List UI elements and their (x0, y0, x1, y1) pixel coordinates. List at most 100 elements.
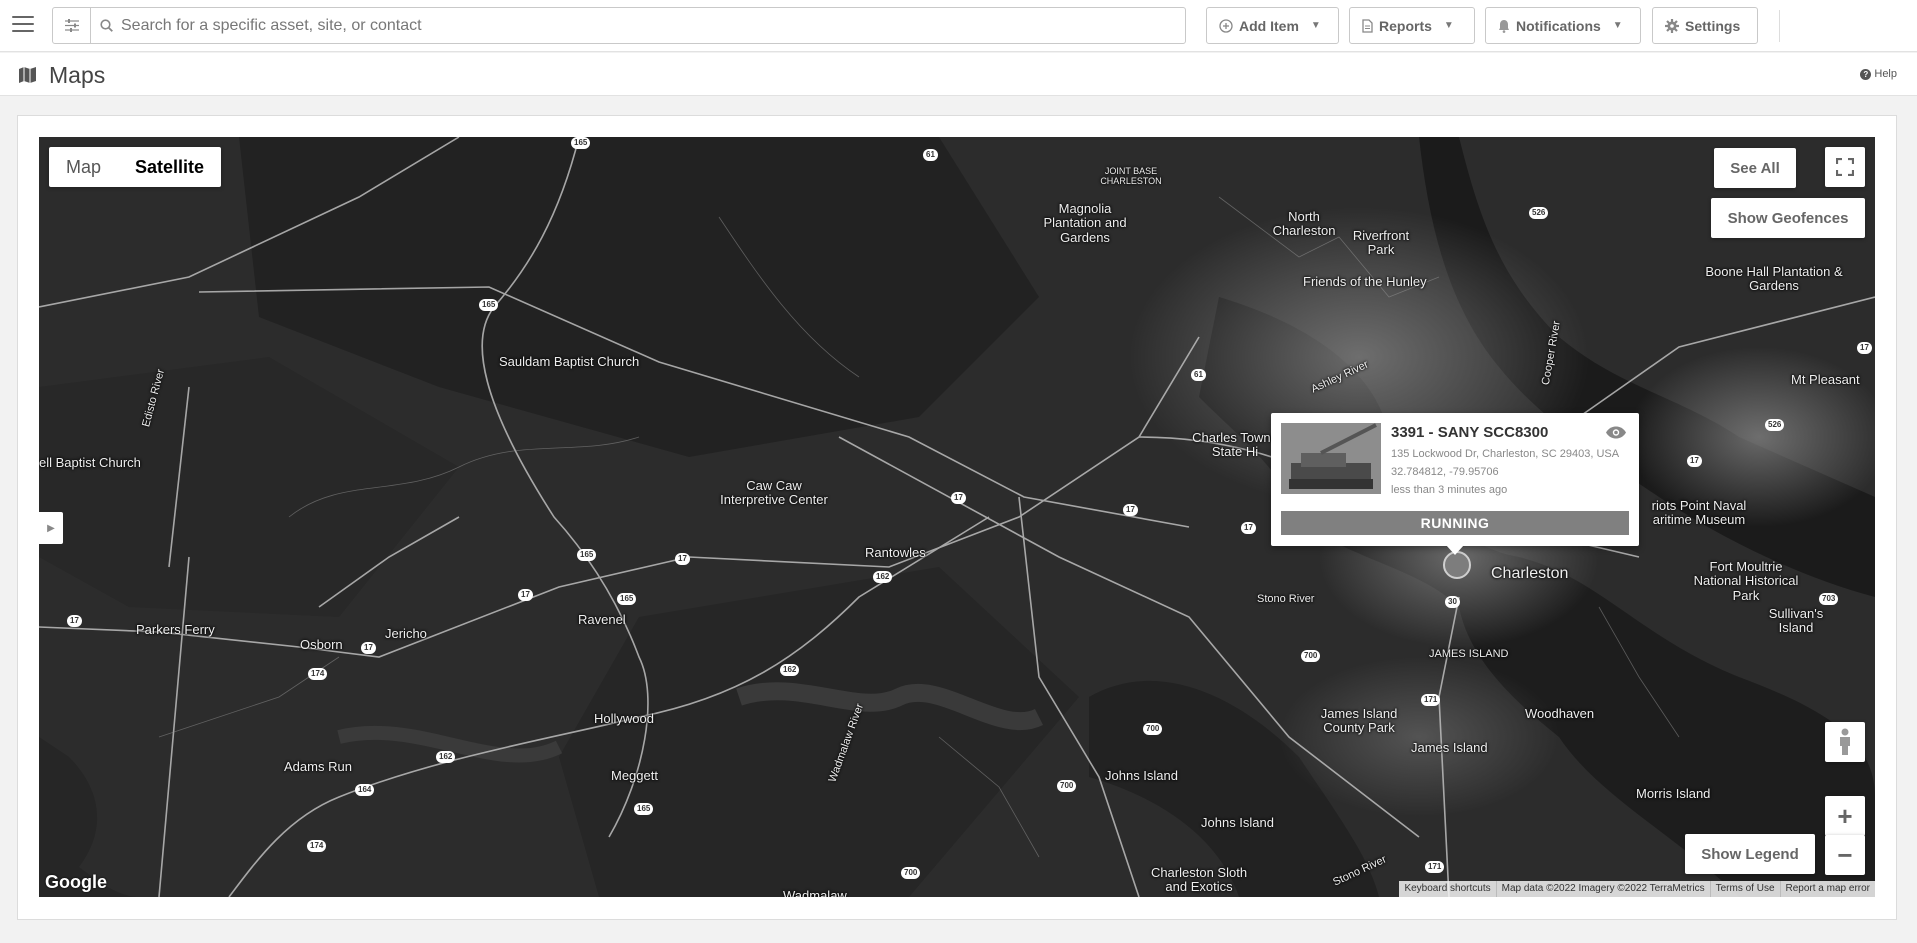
place-label: Charleston (1491, 565, 1569, 582)
show-geofences-button[interactable]: Show Geofences (1711, 198, 1865, 238)
file-icon (1362, 18, 1373, 33)
route-shield: 61 (1191, 369, 1206, 381)
fullscreen-button[interactable] (1825, 147, 1865, 187)
route-shield: 17 (1687, 455, 1702, 467)
place-label: Jericho (385, 626, 427, 641)
notifications-button[interactable]: Notifications ▼ (1485, 7, 1641, 44)
map-icon (19, 67, 36, 83)
zoom-out-button[interactable]: − (1825, 835, 1865, 875)
chevron-right-icon: ▶ (47, 522, 55, 534)
expand-panel-tab[interactable]: ▶ (39, 512, 63, 544)
menu-icon[interactable] (12, 16, 34, 34)
map-attribution: Keyboard shortcuts Map data ©2022 Imager… (1399, 881, 1875, 897)
add-item-button[interactable]: Add Item ▼ (1206, 7, 1339, 44)
route-shield: 17 (361, 642, 376, 654)
place-label: Adams Run (284, 759, 352, 774)
place-label: North Charleston (1272, 209, 1336, 239)
asset-info-window[interactable]: 3391 - SANY SCC8300 135 Lockwood Dr, Cha… (1271, 413, 1639, 555)
eye-icon[interactable] (1605, 426, 1627, 444)
place-label: Woodhaven (1525, 706, 1595, 721)
place-label-text: JOINT BASE CHARLESTON (1100, 166, 1162, 186)
chevron-down-icon: ▼ (1443, 20, 1454, 31)
chevron-down-icon: ▼ (1310, 20, 1321, 31)
terms-of-use-link[interactable]: Terms of Use (1709, 881, 1780, 897)
map-type-control: Map Satellite (49, 147, 222, 187)
route-shield: 17 (1123, 504, 1138, 516)
street-view-button[interactable] (1825, 722, 1865, 762)
place-label: Ravenel (578, 612, 626, 627)
page-header: Maps ? Help (0, 53, 1917, 96)
place-label: Boone Hall Plantation & Gardens (1705, 264, 1843, 294)
settings-label: Settings (1685, 17, 1741, 34)
reports-label: Reports (1379, 17, 1432, 34)
top-navigation-bar: Add Item ▼ Reports ▼ Notifications ▼ Set… (0, 0, 1917, 52)
route-shield: 61 (923, 149, 938, 161)
see-all-button[interactable]: See All (1714, 148, 1796, 188)
zoom-in-button[interactable]: + (1825, 796, 1865, 836)
route-shield: 174 (308, 668, 328, 680)
place-label: Sauldam Baptist Church (499, 354, 640, 369)
place-label: Meggett (611, 768, 658, 783)
route-shield: 17 (518, 589, 533, 601)
page-title: Maps (49, 62, 106, 88)
pegman-icon (1840, 728, 1850, 755)
place-label: JAMES ISLAND (1429, 648, 1509, 660)
route-shield: 162 (780, 664, 800, 676)
report-map-error-link[interactable]: Report a map error (1779, 881, 1875, 897)
place-label: Magnolia Plantation and Gardens (1043, 201, 1127, 245)
route-shield: 17 (1857, 342, 1872, 354)
route-shield: 17 (1241, 522, 1256, 534)
place-label: Sullivan's Island (1768, 606, 1824, 636)
route-shield: 165 (479, 299, 499, 311)
info-window-pointer (1446, 545, 1464, 555)
route-shield: 17 (67, 615, 82, 627)
route-shield: 17 (951, 492, 966, 504)
place-label: Charles Towne State Hi (1192, 430, 1278, 460)
search-icon (99, 19, 113, 32)
place-label: riots Point Naval aritime Museum (1651, 498, 1747, 528)
place-label: Friends of the Hunley (1303, 274, 1427, 289)
question-circle-icon: ? (1860, 68, 1872, 80)
asset-status-badge: RUNNING (1281, 511, 1629, 535)
place-label: Stono River (1257, 593, 1315, 605)
search-input[interactable] (121, 9, 1185, 42)
reports-button[interactable]: Reports ▼ (1349, 7, 1475, 44)
route-shield: 17 (675, 553, 690, 565)
map-type-satellite-button[interactable]: Satellite (118, 147, 221, 187)
map-canvas[interactable]: Map Satellite ▶ JOINT BASE CHARLESTON No… (39, 137, 1875, 897)
place-label: Fort Moultrie National Historical Park (1693, 559, 1799, 603)
route-shield: 703 (1819, 593, 1839, 605)
place-label: Johns Island (1201, 815, 1274, 830)
asset-thumbnail (1281, 423, 1381, 494)
asset-coordinates: 32.784812, -79.95706 (1391, 466, 1499, 478)
route-shield: 171 (1421, 694, 1441, 706)
chevron-down-icon: ▼ (1612, 20, 1623, 31)
show-legend-button[interactable]: Show Legend (1685, 834, 1815, 874)
place-label: Osborn (300, 637, 343, 652)
settings-button[interactable]: Settings (1652, 7, 1758, 44)
sliders-icon (64, 19, 79, 32)
route-shield: 165 (571, 137, 591, 149)
search-box (52, 7, 1186, 44)
keyboard-shortcuts-link[interactable]: Keyboard shortcuts (1399, 881, 1495, 897)
plus-circle-icon (1219, 18, 1233, 33)
route-shield: 700 (901, 867, 921, 879)
route-shield: 30 (1445, 596, 1460, 608)
filter-button[interactable] (53, 8, 91, 43)
route-shield: 165 (617, 593, 637, 605)
help-link[interactable]: ? Help (1860, 68, 1897, 80)
notifications-label: Notifications (1516, 17, 1601, 34)
map-type-map-button[interactable]: Map (49, 147, 118, 187)
place-label: ell Baptist Church (39, 455, 141, 470)
divider (1779, 10, 1780, 42)
route-shield: 700 (1301, 650, 1321, 662)
route-shield: 526 (1529, 207, 1549, 219)
place-label: Riverfront Park (1352, 228, 1410, 258)
route-shield: 165 (577, 549, 597, 561)
fullscreen-icon (1836, 158, 1854, 176)
place-label: Hollywood (594, 711, 654, 726)
place-label: Johns Island (1105, 768, 1178, 783)
google-logo: Google (45, 872, 107, 892)
bell-icon (1499, 19, 1509, 33)
route-shield: 164 (355, 784, 375, 796)
